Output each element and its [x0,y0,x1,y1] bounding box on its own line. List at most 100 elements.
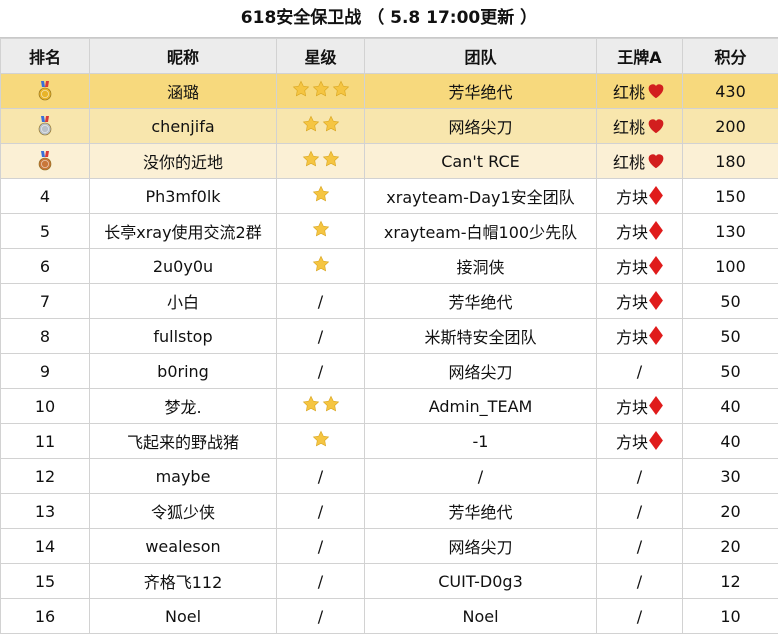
cell-rank [0,73,90,109]
star-icon [332,80,350,102]
cell-rank [0,143,90,179]
cell-team: 网络尖刀 [364,108,597,144]
cell-ace: / [596,528,683,564]
cell-ace: / [596,598,683,634]
cell-stars [276,388,365,424]
star-rating [312,185,330,207]
cell-stars: / [276,353,365,389]
cell-ace: 方块 [596,318,683,354]
star-icon [312,80,330,102]
table-row: 5 长亭xray使用交流2群 xrayteam-白帽100少先队 方块 130 [0,213,778,249]
ace-label: 方块 [615,433,648,452]
cell-ace: 方块 [596,388,683,424]
cell-stars: / [276,458,365,494]
cell-nickname: Ph3mf0lk [89,178,277,214]
cell-ace: 方块 [596,283,683,319]
cell-team: Noel [364,598,597,634]
table-row: 9 b0ring / 网络尖刀/50 [0,353,778,389]
rank-number: 11 [34,431,56,451]
table-row: 4 Ph3mf0lk xrayteam-Day1安全团队 方块 150 [0,178,778,214]
cell-score: 180 [682,143,778,179]
table-row: 涵璐 芳华绝代 红桃 430 [0,73,778,109]
rank-number: 9 [39,361,51,381]
star-icon [312,220,330,242]
cell-stars: / [276,283,365,319]
cell-rank: 8 [0,318,90,354]
ace-label: 方块 [615,223,648,242]
cell-score: 50 [682,318,778,354]
cell-score: 40 [682,388,778,424]
cell-score: 200 [682,108,778,144]
cell-nickname: maybe [89,458,277,494]
cell-ace: / [596,353,683,389]
ace-label: 方块 [615,328,648,347]
cell-team: CUIT-D0g3 [364,563,597,599]
table-row: chenjifa 网络尖刀 红桃 200 [0,108,778,144]
cell-score: 100 [682,248,778,284]
cell-nickname: chenjifa [89,108,277,144]
heart-icon [645,151,666,171]
cell-stars: / [276,598,365,634]
cell-ace: 方块 [596,213,683,249]
header-team: 团队 [364,38,597,74]
cell-team: 芳华绝代 [364,493,597,529]
diamond-icon [648,325,663,347]
header-stars: 星级 [276,38,365,74]
header-nickname: 昵称 [89,38,277,74]
rank-number: 7 [39,291,51,311]
cell-team: / [364,458,597,494]
cell-stars [276,143,365,179]
star-rating [292,80,350,102]
table-row: 14 wealeson / 网络尖刀/20 [0,528,778,564]
cell-score: 40 [682,423,778,459]
ace-label: 方块 [615,258,648,277]
rank-number: 4 [39,186,51,206]
table-row: 8 fullstop / 米斯特安全团队 方块 50 [0,318,778,354]
heart-icon [645,116,666,136]
cell-nickname: Noel [89,598,277,634]
cell-rank: 15 [0,563,90,599]
cell-nickname: b0ring [89,353,277,389]
cell-score: 50 [682,283,778,319]
cell-stars: / [276,493,365,529]
cell-nickname: wealeson [89,528,277,564]
table-row: 15 齐格飞112/CUIT-D0g3/12 [0,563,778,599]
table-row: 7 小白 / 芳华绝代 方块 50 [0,283,778,319]
cell-rank: 10 [0,388,90,424]
table-row: 10 梦龙. Admin_TEAM 方块 40 [0,388,778,424]
cell-stars [276,73,365,109]
rank-number: 12 [34,466,56,486]
star-rating [302,150,340,172]
header-score: 积分 [682,38,778,74]
table-body: 涵璐 芳华绝代 红桃 430 chenjifa 网络尖刀 红桃 200 没你的近地 Can't R… [0,73,778,634]
star-icon [312,430,330,452]
ace-label: 红桃 [612,118,645,137]
cell-ace: 红桃 [596,108,683,144]
ace-label: / [636,466,643,486]
ace-label: 方块 [615,398,648,417]
cell-rank: 5 [0,213,90,249]
star-rating [312,430,330,452]
cell-nickname: 令狐少侠 [89,493,277,529]
cell-stars: / [276,318,365,354]
diamond-icon [648,220,663,242]
cell-team: Can't RCE [364,143,597,179]
cell-nickname: 梦龙. [89,388,277,424]
cell-stars [276,248,365,284]
cell-stars [276,108,365,144]
rank-number: 16 [34,606,56,626]
ace-label: 方块 [615,293,648,312]
star-icon [322,395,340,417]
bronze-medal-icon [37,151,53,171]
cell-team: xrayteam-Day1安全团队 [364,178,597,214]
cell-stars [276,213,365,249]
diamond-icon [648,185,663,207]
cell-rank: 12 [0,458,90,494]
cell-team: 芳华绝代 [364,283,597,319]
cell-stars: / [276,563,365,599]
cell-score: 30 [682,458,778,494]
cell-ace: / [596,493,683,529]
header-rank: 排名 [0,38,90,74]
table-row: 11 飞起来的野战猪 -1 方块 40 [0,423,778,459]
ace-label: / [636,361,643,381]
